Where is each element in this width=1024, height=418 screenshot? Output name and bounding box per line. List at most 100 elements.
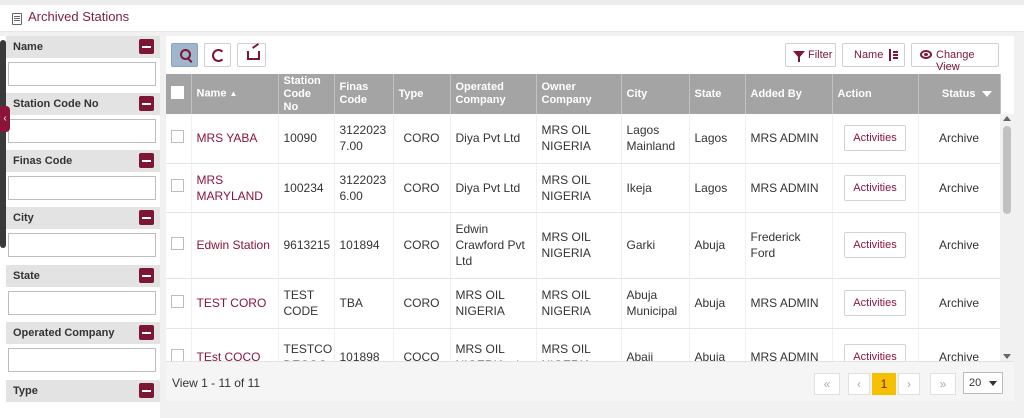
column-header-type[interactable]: Type bbox=[393, 74, 451, 114]
operated-company-cell: MRS OIL NIGERIA bbox=[450, 278, 537, 329]
owner-company-cell: MRS OIL NIGERIA bbox=[536, 163, 622, 213]
change-view-button[interactable]: Change View bbox=[911, 43, 999, 73]
row-select-cell[interactable] bbox=[166, 212, 192, 279]
owner-company-cell: MRS OIL NIGERIA bbox=[536, 114, 622, 164]
row-checkbox[interactable] bbox=[171, 129, 184, 143]
table-row[interactable]: MRS MARYLAND 100234 3122023 6.00 CORO Di… bbox=[166, 163, 1001, 213]
scroll-up-icon[interactable] bbox=[1003, 116, 1011, 121]
select-all-header[interactable] bbox=[166, 74, 192, 114]
filter-panel: ‹ Name Station Code No Finas Code City S… bbox=[0, 36, 160, 418]
row-select-cell[interactable] bbox=[166, 278, 192, 329]
activities-button[interactable]: Activities bbox=[844, 344, 906, 361]
row-select-cell[interactable] bbox=[166, 114, 192, 164]
name-sort-button[interactable]: Name bbox=[842, 43, 905, 67]
last-page-button[interactable]: » bbox=[930, 373, 956, 395]
table-header-row: Name ▲ Station Code No Finas Code Type Op… bbox=[166, 74, 1001, 114]
column-header-name[interactable]: Name ▲ bbox=[191, 74, 279, 114]
funnel-icon bbox=[793, 51, 805, 62]
column-header-status[interactable]: Status bbox=[918, 74, 1001, 114]
filter-label: State bbox=[13, 270, 40, 282]
column-header-owner-company[interactable]: Owner Company bbox=[536, 74, 622, 114]
city-cell: Lagos Mainland bbox=[621, 114, 690, 164]
activities-button[interactable]: Activities bbox=[844, 125, 906, 152]
operated-company-cell: MRS OIL NIGERIA - / bbox=[450, 328, 537, 361]
city-cell: Abuja Municipal bbox=[621, 278, 690, 329]
activities-button[interactable]: Activities bbox=[844, 232, 906, 258]
first-page-button[interactable]: « bbox=[814, 373, 840, 395]
filter-label: Operated Company bbox=[13, 327, 115, 339]
status-cell: Archive bbox=[918, 114, 1001, 164]
collapse-minus-icon[interactable] bbox=[139, 210, 154, 225]
refresh-button[interactable] bbox=[204, 43, 231, 67]
type-cell: CORO bbox=[393, 114, 451, 164]
collapse-minus-icon[interactable] bbox=[139, 96, 154, 111]
page-title: Archived Stations bbox=[28, 9, 130, 24]
finas-code-cell: 3122023 6.00 bbox=[334, 163, 394, 213]
station-name-link[interactable]: MRS YABA bbox=[191, 114, 279, 164]
station-name-link[interactable]: Edwin Station bbox=[191, 212, 279, 279]
action-cell: Activities bbox=[832, 278, 919, 329]
search-button[interactable] bbox=[171, 43, 198, 67]
column-header-city[interactable]: City bbox=[621, 74, 690, 114]
station-name-link[interactable]: MRS MARYLAND bbox=[191, 163, 279, 213]
collapse-minus-icon[interactable] bbox=[139, 39, 154, 54]
table-row[interactable]: Edwin Station 9613215 101894 CORO Edwin … bbox=[166, 212, 1001, 279]
status-cell: Archive bbox=[918, 212, 1001, 279]
action-cell: Activities bbox=[832, 163, 919, 213]
current-page[interactable]: 1 bbox=[872, 373, 896, 395]
row-select-cell[interactable] bbox=[166, 163, 192, 213]
operated-company-cell: Diya Pvt Ltd bbox=[450, 114, 537, 164]
activities-button[interactable]: Activities bbox=[844, 174, 906, 201]
prev-page-button[interactable]: ‹ bbox=[848, 373, 870, 395]
sort-arrows-icon: ▲ bbox=[229, 89, 238, 99]
collapse-minus-icon[interactable] bbox=[139, 383, 154, 398]
page-header: Archived Stations bbox=[0, 5, 1024, 32]
table-viewport: Name ▲ Station Code No Finas Code Type Op… bbox=[166, 74, 1014, 361]
next-page-button[interactable]: › bbox=[898, 373, 920, 395]
owner-company-cell: MRS OIL NIGERIA bbox=[536, 212, 622, 279]
operated-company-filter-input[interactable] bbox=[8, 348, 156, 372]
collapse-minus-icon[interactable] bbox=[139, 153, 154, 168]
activities-button[interactable]: Activities bbox=[844, 290, 906, 316]
type-cell: COCO bbox=[393, 328, 451, 361]
row-checkbox[interactable] bbox=[171, 294, 184, 308]
panel-scroll-thumb[interactable] bbox=[0, 40, 6, 248]
row-select-cell[interactable] bbox=[166, 328, 192, 361]
row-checkbox[interactable] bbox=[171, 179, 184, 192]
station-name-link[interactable]: TEST CORO bbox=[191, 278, 279, 329]
scroll-thumb[interactable] bbox=[1003, 126, 1011, 214]
collapse-minus-icon[interactable] bbox=[139, 325, 154, 340]
collapse-minus-icon[interactable] bbox=[139, 268, 154, 283]
column-header-state[interactable]: State bbox=[689, 74, 746, 114]
status-filter-icon[interactable] bbox=[981, 90, 992, 97]
eye-icon bbox=[920, 50, 932, 59]
station-code-filter-input[interactable] bbox=[8, 119, 156, 143]
export-button[interactable] bbox=[237, 43, 266, 67]
column-header-station-code[interactable]: Station Code No bbox=[278, 74, 335, 114]
state-cell: Abuja bbox=[689, 328, 746, 361]
collapse-panel-icon[interactable]: ‹ bbox=[0, 106, 10, 132]
type-cell: CORO bbox=[393, 212, 451, 279]
table-row[interactable]: TEST CORO TEST CODE TBA CORO MRS OIL NIG… bbox=[166, 278, 1001, 329]
row-checkbox[interactable] bbox=[171, 236, 184, 250]
column-header-operated-company[interactable]: Operated Company bbox=[450, 74, 537, 114]
document-icon bbox=[12, 13, 22, 25]
page-size-select[interactable]: 20 bbox=[963, 372, 1003, 394]
column-header-finas-code[interactable]: Finas Code bbox=[334, 74, 394, 114]
name-filter-input[interactable] bbox=[8, 62, 156, 86]
table-row[interactable]: MRS YABA 10090 3122023 7.00 CORO Diya Pv… bbox=[166, 114, 1001, 164]
filter-button[interactable]: Filter bbox=[785, 43, 836, 67]
select-all-checkbox[interactable] bbox=[171, 85, 184, 99]
row-checkbox[interactable] bbox=[171, 348, 184, 361]
table-scrollbar[interactable] bbox=[1000, 114, 1014, 361]
table-row[interactable]: TEst COCO TESTCO DECOC 101898 COCO MRS O… bbox=[166, 328, 1001, 361]
column-header-action: Action bbox=[832, 74, 919, 114]
scroll-down-icon[interactable] bbox=[1003, 354, 1011, 359]
city-filter-input[interactable] bbox=[8, 233, 156, 257]
finas-code-filter-input[interactable] bbox=[8, 176, 156, 200]
filter-name: Name bbox=[6, 36, 160, 86]
station-name-link[interactable]: TEst COCO bbox=[191, 328, 279, 361]
chevron-down-icon bbox=[989, 381, 997, 386]
column-header-added-by[interactable]: Added By bbox=[745, 74, 833, 114]
state-filter-input[interactable] bbox=[8, 291, 156, 315]
